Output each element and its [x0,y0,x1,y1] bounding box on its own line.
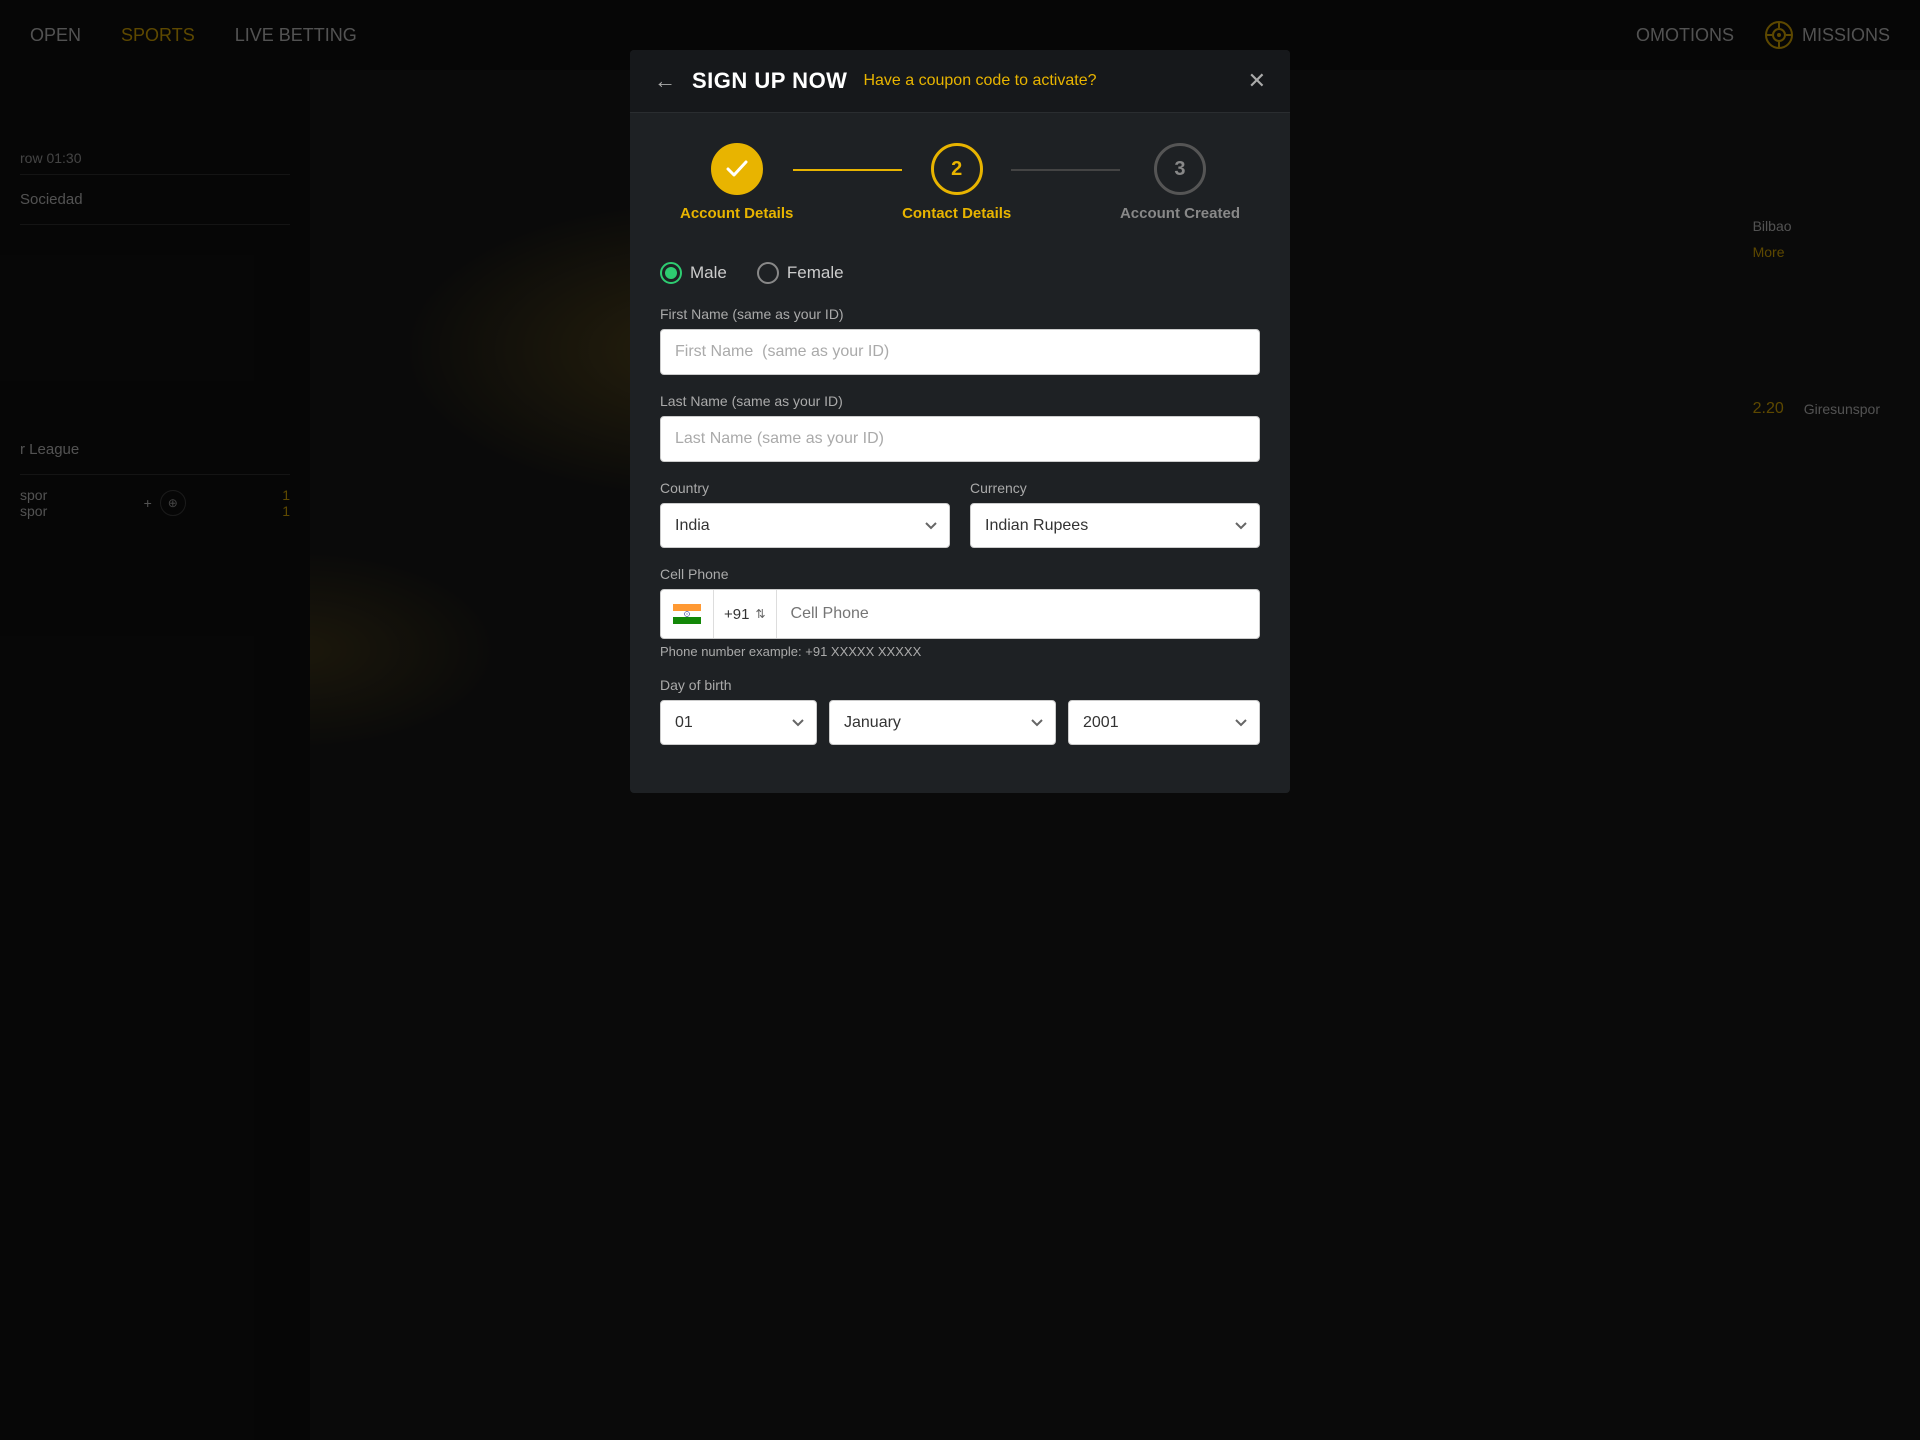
gender-male-radio[interactable] [660,262,682,284]
step-line-2 [1011,169,1120,171]
last-name-input[interactable] [660,416,1260,462]
dob-day-select[interactable]: 01 [660,700,817,745]
gender-female-option[interactable]: Female [757,262,844,284]
phone-flag[interactable] [661,590,714,638]
step-2: 2 Contact Details [902,143,1011,222]
modal-title: SIGN UP NOW [692,68,847,94]
step-line-1 [793,169,902,171]
first-name-input[interactable] [660,329,1260,375]
country-label: Country [660,480,950,496]
step-2-circle: 2 [931,143,983,195]
step-3-circle: 3 [1154,143,1206,195]
phone-input-row: +91 ⇅ [660,589,1260,639]
modal-form: Male Female First Name (same as your ID)… [630,242,1290,793]
currency-field: Currency Indian Rupees [970,480,1260,548]
first-name-label: First Name (same as your ID) [660,306,1260,322]
currency-label: Currency [970,480,1260,496]
dob-field: Day of birth 01 January 2001 [660,677,1260,745]
modal-header: ← SIGN UP NOW Have a coupon code to acti… [630,50,1290,113]
step-3-label: Account Created [1120,205,1240,222]
first-name-field: First Name (same as your ID) [660,306,1260,375]
step-2-label: Contact Details [902,205,1011,222]
dob-year-select[interactable]: 2001 [1068,700,1260,745]
phone-hint: Phone number example: +91 XXXXX XXXXX [660,644,1260,659]
step-1: Account Details [680,143,793,222]
country-currency-row: Country India Currency Indian Rupees [660,480,1260,548]
signup-modal: ← SIGN UP NOW Have a coupon code to acti… [630,50,1290,793]
stepper: Account Details 2 Contact Details 3 Acco… [630,113,1290,242]
step-1-circle [711,143,763,195]
phone-code[interactable]: +91 ⇅ [714,590,777,638]
gender-male-label: Male [690,263,727,283]
india-flag-icon [673,604,701,624]
step-1-label: Account Details [680,205,793,222]
country-select[interactable]: India [660,503,950,548]
dob-label: Day of birth [660,677,1260,693]
gender-male-option[interactable]: Male [660,262,727,284]
phone-field: Cell Phone +91 ⇅ [660,566,1260,659]
last-name-field: Last Name (same as your ID) [660,393,1260,462]
phone-label: Cell Phone [660,566,1260,582]
step-3: 3 Account Created [1120,143,1240,222]
dob-month-select[interactable]: January [829,700,1056,745]
country-field: Country India [660,480,950,548]
back-button[interactable]: ← [654,68,676,94]
dob-row: 01 January 2001 [660,700,1260,745]
gender-female-radio[interactable] [757,262,779,284]
phone-number-input[interactable] [777,605,1259,623]
close-button[interactable]: ✕ [1248,68,1266,94]
gender-selection: Male Female [660,262,1260,284]
currency-select[interactable]: Indian Rupees [970,503,1260,548]
coupon-link[interactable]: Have a coupon code to activate? [863,72,1096,90]
last-name-label: Last Name (same as your ID) [660,393,1260,409]
gender-female-label: Female [787,263,844,283]
